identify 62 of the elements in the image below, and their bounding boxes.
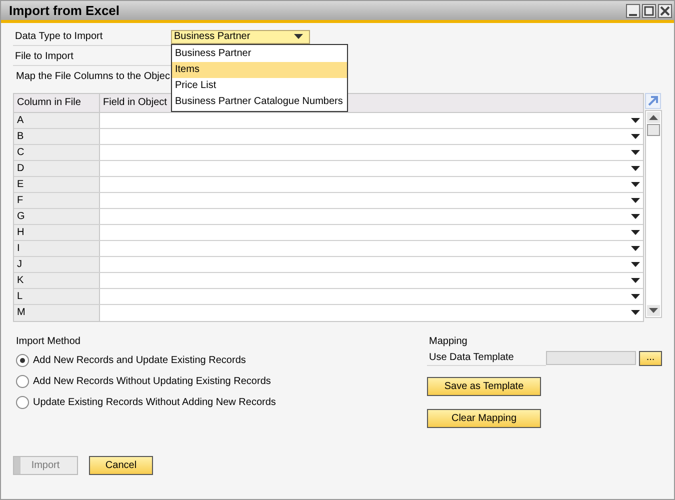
field-label: File to Import <box>13 48 171 66</box>
row-label: C <box>14 145 100 160</box>
dropdown-option[interactable]: Business Partner <box>172 46 347 62</box>
row-label: G <box>14 209 100 224</box>
dropdown-arrow-icon <box>631 150 640 156</box>
dropdown-arrow-icon <box>631 262 640 268</box>
radio-button[interactable] <box>16 375 29 388</box>
row-label: M <box>14 305 100 321</box>
dropdown-arrow-icon <box>631 182 640 188</box>
row-label: L <box>14 289 100 304</box>
dropdown-arrow-icon <box>631 294 640 300</box>
radio-button[interactable] <box>16 354 29 367</box>
save-template-button[interactable]: Save as Template <box>427 377 541 396</box>
minimize-icon <box>629 14 637 16</box>
dropdown-option[interactable]: Items <box>172 62 347 78</box>
section-title: Mapping <box>428 336 468 349</box>
row-label: B <box>14 129 100 144</box>
row-label: E <box>14 177 100 192</box>
maximize-button[interactable] <box>642 4 656 18</box>
column-header: Field in Object <box>102 96 168 110</box>
browse-button[interactable]: ... <box>639 350 662 366</box>
template-field[interactable] <box>546 351 636 365</box>
scroll-down-button[interactable] <box>646 305 660 316</box>
dropdown-option[interactable]: Price List <box>172 78 347 94</box>
row-label: H <box>14 225 100 240</box>
row-label: F <box>14 193 100 208</box>
field-label: Data Type to Import <box>13 28 171 46</box>
radio-label[interactable]: Add New Records and Update Existing Records <box>33 354 246 366</box>
dropdown-arrow-icon <box>631 230 640 236</box>
window-title: Import from Excel <box>9 2 121 18</box>
dropdown-arrow-icon <box>294 34 303 40</box>
dropdown-arrow-icon <box>631 134 640 140</box>
cancel-button[interactable]: Cancel <box>89 456 153 475</box>
dropdown-arrow-icon <box>631 198 640 204</box>
scrollbar-thumb[interactable] <box>646 124 660 136</box>
dropdown-option[interactable]: Business Partner Catalogue Numbers <box>172 94 347 110</box>
scroll-up-button[interactable] <box>646 112 660 123</box>
close-button[interactable] <box>658 4 672 18</box>
dropdown-arrow-icon <box>631 166 640 172</box>
row-label: I <box>14 241 100 256</box>
dropdown-arrow-icon <box>631 310 640 316</box>
close-icon <box>660 6 670 16</box>
maximize-icon <box>644 6 654 16</box>
section-title: Import Method <box>15 336 82 349</box>
row-label: K <box>14 273 100 288</box>
minimize-button[interactable] <box>626 4 640 18</box>
clear-mapping-button[interactable]: Clear Mapping <box>427 409 541 428</box>
scrollbar[interactable] <box>644 110 662 318</box>
radio-button[interactable] <box>16 396 29 409</box>
row-label: A <box>14 113 100 128</box>
down-arrow-icon <box>648 308 658 313</box>
radio-label[interactable]: Update Existing Records Without Adding New Records <box>33 396 276 408</box>
dropdown-arrow-icon <box>631 246 640 252</box>
dropdown-arrow-icon <box>631 278 640 284</box>
dropdown-arrow-icon <box>631 118 640 124</box>
column-header: Column in File <box>14 94 100 112</box>
dropdown-arrow-icon <box>631 214 640 220</box>
up-arrow-icon <box>648 115 658 120</box>
row-label: D <box>14 161 100 176</box>
radio-label[interactable]: Add New Records Without Updating Existing Records <box>33 376 271 388</box>
map-caption: Map the File Columns to the Objec <box>15 71 170 83</box>
row-label: J <box>14 257 100 272</box>
